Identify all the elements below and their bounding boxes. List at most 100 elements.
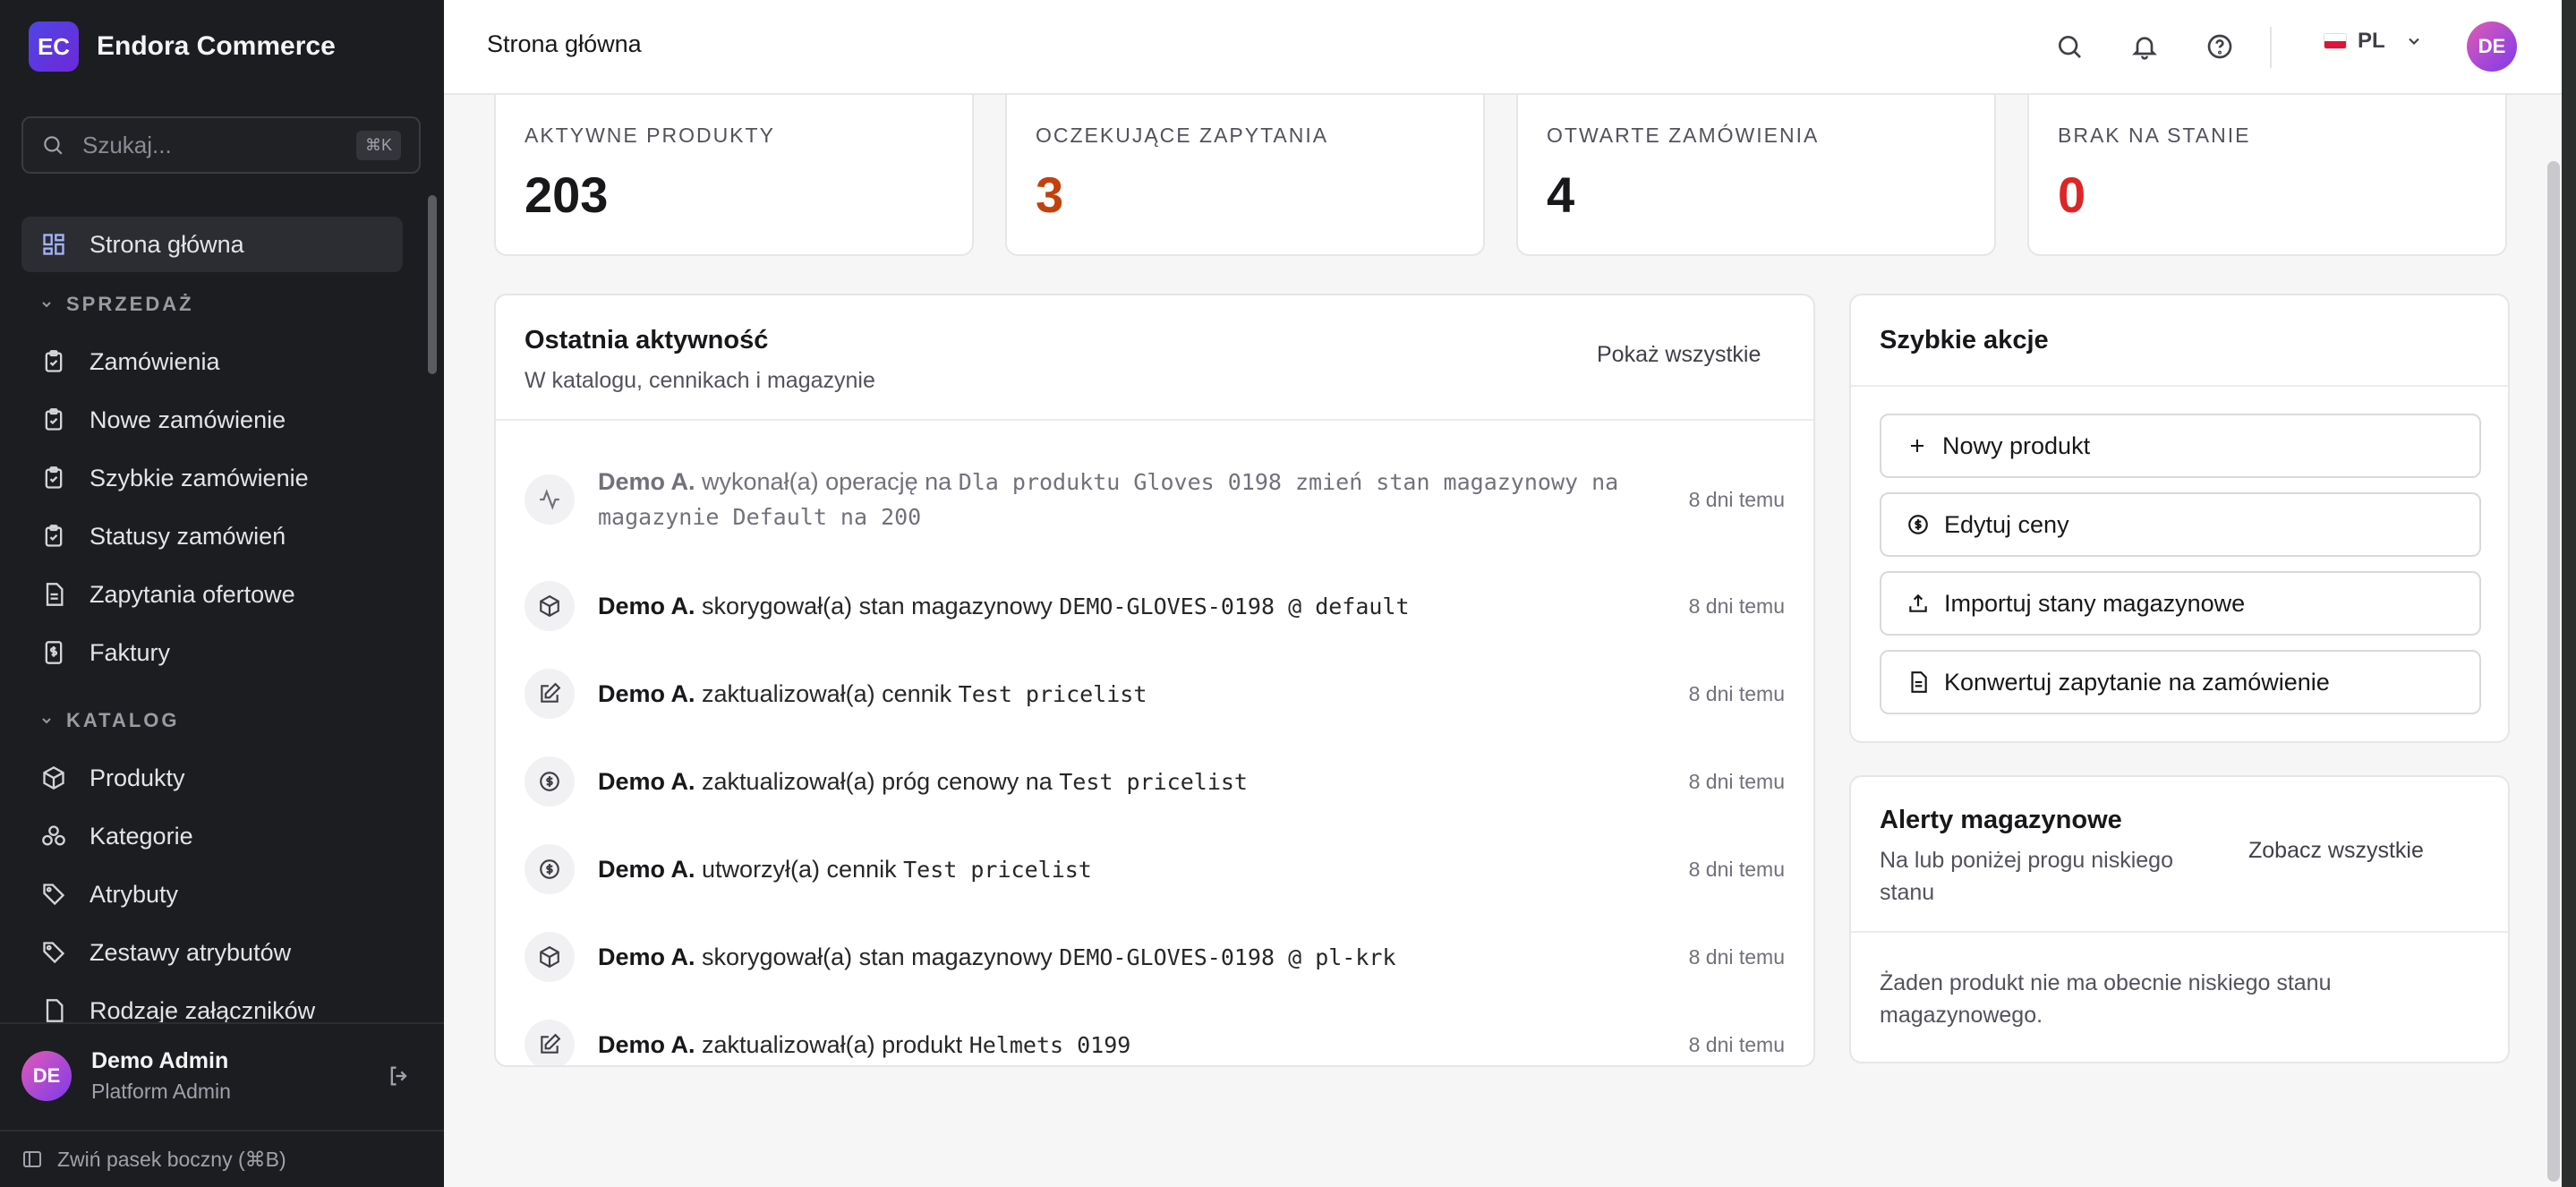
nav-section-catalog[interactable]: KATALOG [21,691,403,750]
poland-flag-icon [2324,33,2347,49]
sidebar-item-new-order[interactable]: Nowe zamówienie [21,392,403,448]
stat-card-open-orders[interactable]: OTWARTE ZAMÓWIENIA 4 [1516,93,1996,256]
stat-value: 3 [1036,167,1064,223]
categories-icon [39,822,68,850]
search-button[interactable] [2050,27,2089,66]
clipboard-icon [39,464,68,492]
user-card[interactable]: DE Demo Admin Platform Admin [0,1022,444,1128]
sidebar-item-quotes[interactable]: Zapytania ofertowe [21,567,403,622]
nav-section-title: SPRZEDAŻ [66,293,194,315]
activity-row[interactable]: Demo A. skorygował(a) stan magazynowy DE… [496,573,1813,639]
activity-time: 8 dni temu [1688,487,1785,511]
activity-row[interactable]: Demo A. wykonał(a) operację na Dla produ… [496,446,1813,553]
invoice-icon [39,638,68,667]
sidebar-nav: Strona główna SPRZEDAŻ Zamówienia Nowe z… [21,217,403,1041]
edit-icon [525,1020,575,1065]
stat-value: 0 [2058,167,2086,223]
activity-time: 8 dni temu [1688,681,1785,705]
nav-section-sales[interactable]: SPRZEDAŻ [21,275,403,334]
stock-alerts-title: Alerty magazynowe [1880,806,2122,834]
sidebar-item-categories[interactable]: Kategorie [21,808,403,864]
activity-time: 8 dni temu [1688,594,1785,618]
activity-target: Test pricelist [958,680,1147,707]
upload-icon [1909,594,1927,612]
activity-actor: Demo A. [598,1030,695,1058]
sidebar-item-label: Atrybuty [90,880,179,908]
import-stock-button[interactable]: Importuj stany magazynowe [1880,571,2481,636]
activity-text: Demo A. utworzył(a) cennik Test pricelis… [598,852,1662,887]
activity-row[interactable]: Demo A. zaktualizował(a) cennik Test pri… [496,661,1813,727]
edit-icon [525,669,575,719]
main-content: AKTYWNE PRODUKTY 203 OCZEKUJĄCE ZAPYTANI… [444,0,2562,1187]
sidebar-item-quick-order[interactable]: Szybkie zamówienie [21,450,403,506]
activity-text: Demo A. skorygował(a) stan magazynowy DE… [598,940,1662,975]
language-selector[interactable]: PL [2324,29,2423,54]
see-all-link[interactable]: Zobacz wszystkie [2248,838,2424,864]
sidebar-item-products[interactable]: Produkty [21,750,403,806]
sidebar-scrollbar[interactable] [428,195,437,374]
sidebar-item-attributes[interactable]: Atrybuty [21,867,403,922]
sidebar-item-home[interactable]: Strona główna [21,217,403,272]
collapse-sidebar-button[interactable]: Zwiń pasek boczny (⌘B) [0,1130,444,1187]
topbar: Strona główna PL DE [444,0,2562,95]
sidebar-search[interactable]: Szukaj... ⌘K [21,116,421,174]
activity-action: zaktualizował(a) produkt [702,1030,963,1058]
recent-activity-subtitle: W katalogu, cennikach i magazynie [525,368,875,393]
dollar-icon [1908,515,1928,534]
stat-card-pending-quotes[interactable]: OCZEKUJĄCE ZAPYTANIA 3 [1005,93,1485,256]
stat-card-out-of-stock[interactable]: BRAK NA STANIE 0 [2027,93,2507,256]
sidebar-item-order-statuses[interactable]: Statusy zamówień [21,508,403,564]
activity-actor: Demo A. [598,943,695,970]
sidebar-item-label: Kategorie [90,822,193,850]
plus-icon [1911,440,1923,452]
help-button[interactable] [2200,27,2239,66]
activity-actor: Demo A. [598,679,695,707]
sidebar: EC Endora Commerce Szukaj... ⌘K Strona g… [0,0,444,1187]
button-label: Nowy produkt [1942,431,2091,459]
chevron-down-icon [42,302,51,308]
edit-prices-button[interactable]: Edytuj ceny [1880,492,2481,557]
show-all-link[interactable]: Pokaż wszystkie [1597,342,1761,368]
activity-row[interactable]: Demo A. utworzył(a) cennik Test pricelis… [496,836,1813,902]
search-input[interactable]: Szukaj... [82,132,356,159]
sidebar-item-orders[interactable]: Zamówienia [21,334,403,389]
sidebar-item-label: Zestawy atrybutów [90,938,292,966]
tag-icon [39,880,68,909]
logout-icon[interactable] [387,1063,412,1089]
brand[interactable]: EC Endora Commerce [29,21,336,72]
activity-row[interactable]: Demo A. skorygował(a) stan magazynowy DE… [496,924,1813,990]
search-shortcut: ⌘K [355,130,401,160]
stat-card-active-products[interactable]: AKTYWNE PRODUKTY 203 [494,93,974,256]
activity-actor: Demo A. [598,468,695,495]
clipboard-icon [39,347,68,376]
convert-quote-button[interactable]: Konwertuj zapytanie na zamówienie [1880,650,2481,714]
sidebar-item-label: Statusy zamówień [90,522,286,550]
activity-text: Demo A. wykonał(a) operację na Dla produ… [598,465,1662,534]
activity-row[interactable]: Demo A. zaktualizował(a) produkt Helmets… [496,1012,1813,1065]
notifications-button[interactable] [2125,27,2164,66]
new-product-button[interactable]: Nowy produkt [1880,414,2481,478]
chevron-down-icon [42,718,51,724]
activity-action: skorygował(a) stan magazynowy [702,592,1053,619]
activity-time: 8 dni temu [1688,1032,1785,1056]
sidebar-toggle-icon [23,1151,41,1167]
stat-value: 203 [525,167,609,223]
main-scrollbar[interactable] [2547,161,2560,1182]
activity-icon [525,474,575,525]
activity-row[interactable]: Demo A. zaktualizował(a) próg cenowy na … [496,748,1813,815]
avatar[interactable]: DE [2467,21,2517,72]
quick-actions-card: Szybkie akcje Nowy produkt Edytuj ceny I… [1849,294,2510,743]
dashboard-icon [39,230,68,259]
activity-text: Demo A. skorygował(a) stan magazynowy DE… [598,589,1662,624]
activity-target: DEMO-GLOVES-0198 @ default [1059,593,1410,619]
tag-icon [39,938,68,967]
search-icon [44,136,63,155]
user-role: Platform Admin [91,1080,231,1103]
stat-value: 4 [1547,167,1575,223]
sidebar-item-invoices[interactable]: Faktury [21,625,403,680]
clipboard-icon [39,522,68,551]
activity-text: Demo A. zaktualizował(a) produkt Helmets… [598,1028,1662,1063]
sidebar-item-attribute-sets[interactable]: Zestawy atrybutów [21,925,403,980]
activity-action: zaktualizował(a) cennik [702,679,952,707]
clipboard-icon [39,406,68,434]
